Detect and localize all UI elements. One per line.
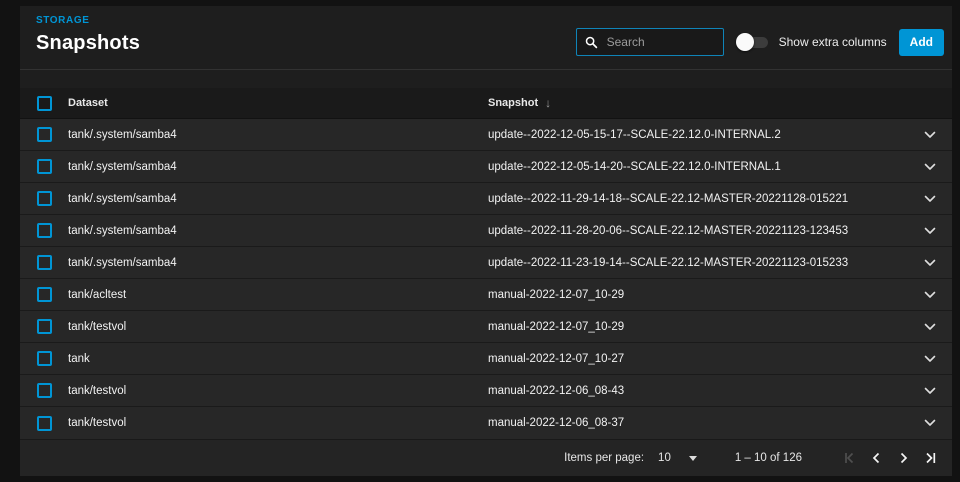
- snapshot-cell: manual-2022-12-06_08-43: [488, 385, 908, 397]
- search-icon: [585, 36, 598, 49]
- paginator: Items per page: 10 1 – 10 of 126: [20, 439, 952, 476]
- row-checkbox[interactable]: [37, 416, 52, 431]
- dataset-cell: tank/.system/samba4: [68, 225, 488, 237]
- dataset-cell: tank/acltest: [68, 289, 488, 301]
- breadcrumb[interactable]: STORAGE: [36, 15, 140, 26]
- snapshot-cell: manual-2022-12-07_10-29: [488, 289, 908, 301]
- expand-row-icon[interactable]: [921, 320, 939, 334]
- snapshot-cell: update--2022-11-29-14-18--SCALE-22.12-MA…: [488, 193, 908, 205]
- items-per-page-label: Items per page:: [564, 452, 644, 464]
- row-checkbox[interactable]: [37, 319, 52, 334]
- expand-row-icon[interactable]: [921, 160, 939, 174]
- dataset-cell: tank/.system/samba4: [68, 257, 488, 269]
- expand-row-icon[interactable]: [921, 288, 939, 302]
- dataset-cell: tank/.system/samba4: [68, 161, 488, 173]
- table-row[interactable]: tank/.system/samba4 update--2022-12-05-1…: [20, 151, 952, 183]
- dataset-cell: tank: [68, 353, 488, 365]
- page-range-label: 1 – 10 of 126: [735, 452, 802, 464]
- expand-row-icon[interactable]: [921, 384, 939, 398]
- dataset-cell: tank/.system/samba4: [68, 129, 488, 141]
- add-button[interactable]: Add: [899, 29, 944, 56]
- row-checkbox[interactable]: [37, 127, 52, 142]
- snapshots-card: STORAGE Snapshots Show extra columns Add: [20, 6, 952, 474]
- snapshot-cell: update--2022-11-23-19-14--SCALE-22.12-MA…: [488, 257, 908, 269]
- page-header: STORAGE Snapshots Show extra columns Add: [20, 6, 952, 70]
- next-page-button[interactable]: [890, 445, 917, 471]
- row-checkbox[interactable]: [37, 223, 52, 238]
- expand-row-icon[interactable]: [921, 192, 939, 206]
- toggle-knob: [736, 33, 754, 51]
- table-body: tank/.system/samba4 update--2022-12-05-1…: [20, 119, 952, 439]
- expand-row-icon[interactable]: [921, 256, 939, 270]
- table-row[interactable]: tank/testvol manual-2022-12-07_10-29: [20, 311, 952, 343]
- expand-row-icon[interactable]: [921, 352, 939, 366]
- extra-columns-label: Show extra columns: [779, 35, 887, 49]
- items-per-page-value: 10: [658, 452, 671, 464]
- column-header-dataset[interactable]: Dataset: [68, 97, 488, 109]
- toolbar: Show extra columns Add: [576, 28, 946, 56]
- table-header-row: Dataset Snapshot ↓: [20, 88, 952, 119]
- snapshot-cell: manual-2022-12-06_08-37: [488, 417, 908, 429]
- row-checkbox[interactable]: [37, 383, 52, 398]
- last-page-button[interactable]: [917, 445, 944, 471]
- table-row[interactable]: tank/.system/samba4 update--2022-11-23-1…: [20, 247, 952, 279]
- row-checkbox[interactable]: [37, 159, 52, 174]
- table-row[interactable]: tank/acltest manual-2022-12-07_10-29: [20, 279, 952, 311]
- header-table-spacer: [20, 70, 952, 88]
- page-title: Snapshots: [36, 32, 140, 55]
- expand-row-icon[interactable]: [921, 224, 939, 238]
- dataset-cell: tank/testvol: [68, 385, 488, 397]
- table-row[interactable]: tank/testvol manual-2022-12-06_08-43: [20, 375, 952, 407]
- snapshot-cell: manual-2022-12-07_10-29: [488, 321, 908, 333]
- row-checkbox[interactable]: [37, 191, 52, 206]
- dataset-cell: tank/.system/samba4: [68, 193, 488, 205]
- column-header-snapshot-label: Snapshot: [488, 97, 538, 109]
- snapshot-cell: update--2022-11-28-20-06--SCALE-22.12-MA…: [488, 225, 908, 237]
- search-box[interactable]: [576, 28, 724, 56]
- search-input[interactable]: [605, 34, 715, 50]
- expand-row-icon[interactable]: [921, 128, 939, 142]
- snapshot-cell: manual-2022-12-07_10-27: [488, 353, 908, 365]
- sort-desc-icon: ↓: [545, 96, 551, 110]
- table-row[interactable]: tank/.system/samba4 update--2022-12-05-1…: [20, 119, 952, 151]
- dataset-cell: tank/testvol: [68, 321, 488, 333]
- row-checkbox[interactable]: [37, 255, 52, 270]
- column-header-dataset-label: Dataset: [68, 97, 108, 109]
- heading-block: STORAGE Snapshots: [36, 15, 140, 55]
- table-row[interactable]: tank/.system/samba4 update--2022-11-29-1…: [20, 183, 952, 215]
- snapshot-cell: update--2022-12-05-14-20--SCALE-22.12.0-…: [488, 161, 908, 173]
- table-row[interactable]: tank/.system/samba4 update--2022-11-28-2…: [20, 215, 952, 247]
- dataset-cell: tank/testvol: [68, 417, 488, 429]
- column-header-snapshot[interactable]: Snapshot ↓: [488, 96, 908, 110]
- pagination-buttons: [836, 445, 944, 471]
- snapshot-cell: update--2022-12-05-15-17--SCALE-22.12.0-…: [488, 129, 908, 141]
- table-row[interactable]: tank/testvol manual-2022-12-06_08-37: [20, 407, 952, 439]
- table-row[interactable]: tank manual-2022-12-07_10-27: [20, 343, 952, 375]
- items-per-page-dropdown-icon[interactable]: [689, 456, 697, 461]
- expand-row-icon[interactable]: [921, 416, 939, 430]
- extra-columns-toggle[interactable]: [736, 32, 770, 52]
- row-checkbox[interactable]: [37, 351, 52, 366]
- first-page-button: [836, 445, 863, 471]
- row-checkbox[interactable]: [37, 287, 52, 302]
- previous-page-button[interactable]: [863, 445, 890, 471]
- select-all-checkbox[interactable]: [37, 96, 52, 111]
